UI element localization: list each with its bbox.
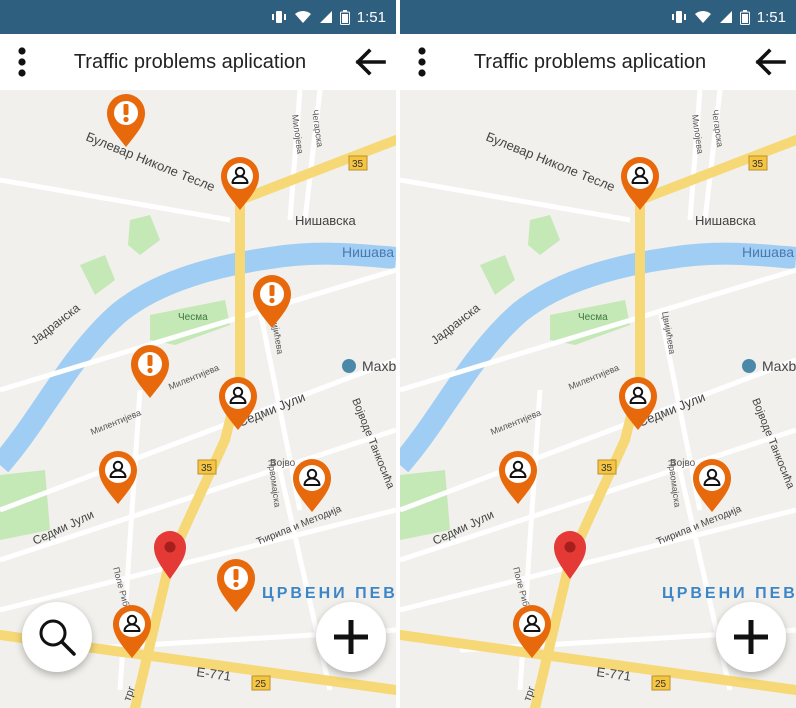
- user-marker[interactable]: [496, 449, 540, 505]
- search-button[interactable]: [22, 602, 92, 672]
- status-bar: 1:51: [400, 0, 796, 34]
- status-bar: 1:51: [0, 0, 396, 34]
- route-label-35: 35: [752, 159, 764, 170]
- warning-marker[interactable]: [128, 343, 172, 399]
- street-label: Нишавска: [695, 213, 757, 228]
- area-label: ЦРВЕНИ ПЕВ: [662, 585, 796, 602]
- add-report-button[interactable]: [716, 602, 786, 672]
- warning-marker[interactable]: [250, 273, 294, 329]
- user-marker[interactable]: [96, 449, 140, 505]
- poi-icon: [342, 359, 356, 373]
- warning-marker[interactable]: [214, 557, 258, 613]
- vibrate-icon: [671, 11, 686, 23]
- area-label: ЦРВЕНИ ПЕВ: [262, 585, 396, 602]
- poi-label: Maxbe: [362, 358, 396, 374]
- signal-icon: [719, 11, 732, 23]
- wifi-icon: [694, 10, 711, 23]
- poi-icon: [742, 359, 756, 373]
- app-bar: Traffic problems aplication: [400, 34, 796, 90]
- add-report-button[interactable]: [316, 602, 386, 672]
- battery-icon: [739, 9, 750, 25]
- vibrate-icon: [271, 11, 286, 23]
- search-icon: [39, 619, 76, 656]
- plus-icon: [734, 620, 768, 654]
- park-label: Чесма: [578, 312, 608, 323]
- user-marker[interactable]: [510, 603, 554, 659]
- park-label: Чесма: [178, 312, 208, 323]
- phone-screen-right: 1:51 Traffic problems aplication 35 35 2…: [400, 0, 796, 708]
- route-label-25: 25: [655, 679, 667, 690]
- river-label: Нишава: [342, 244, 394, 260]
- back-button[interactable]: [752, 46, 788, 78]
- signal-icon: [319, 11, 332, 23]
- battery-icon: [339, 9, 350, 25]
- route-label-35: 35: [601, 463, 613, 474]
- warning-marker[interactable]: [104, 92, 148, 148]
- river-label: Нишава: [742, 244, 794, 260]
- phone-screen-left: 1:51 Traffic problems aplication 35 35 2…: [0, 0, 396, 708]
- app-bar: Traffic problems aplication: [0, 34, 396, 90]
- app-title: Traffic problems aplication: [73, 51, 307, 73]
- route-label-35: 35: [201, 463, 213, 474]
- user-marker[interactable]: [616, 375, 660, 431]
- user-marker[interactable]: [218, 155, 262, 211]
- user-marker[interactable]: [618, 155, 662, 211]
- route-label-35: 35: [352, 159, 364, 170]
- status-time: 1:51: [756, 8, 786, 26]
- user-marker[interactable]: [290, 457, 334, 513]
- status-time: 1:51: [356, 8, 386, 26]
- user-marker[interactable]: [216, 375, 260, 431]
- user-marker[interactable]: [690, 457, 734, 513]
- report-location-marker[interactable]: [552, 530, 588, 580]
- plus-icon: [334, 620, 368, 654]
- back-button[interactable]: [352, 46, 388, 78]
- route-label-25: 25: [255, 679, 267, 690]
- street-label: Нишавска: [295, 213, 357, 228]
- arrow-back-icon: [355, 48, 386, 76]
- app-title: Traffic problems aplication: [473, 51, 707, 73]
- wifi-icon: [294, 10, 311, 23]
- report-location-marker[interactable]: [152, 530, 188, 580]
- poi-label: Maxbe: [762, 358, 796, 374]
- arrow-back-icon: [755, 48, 786, 76]
- user-marker[interactable]: [110, 603, 154, 659]
